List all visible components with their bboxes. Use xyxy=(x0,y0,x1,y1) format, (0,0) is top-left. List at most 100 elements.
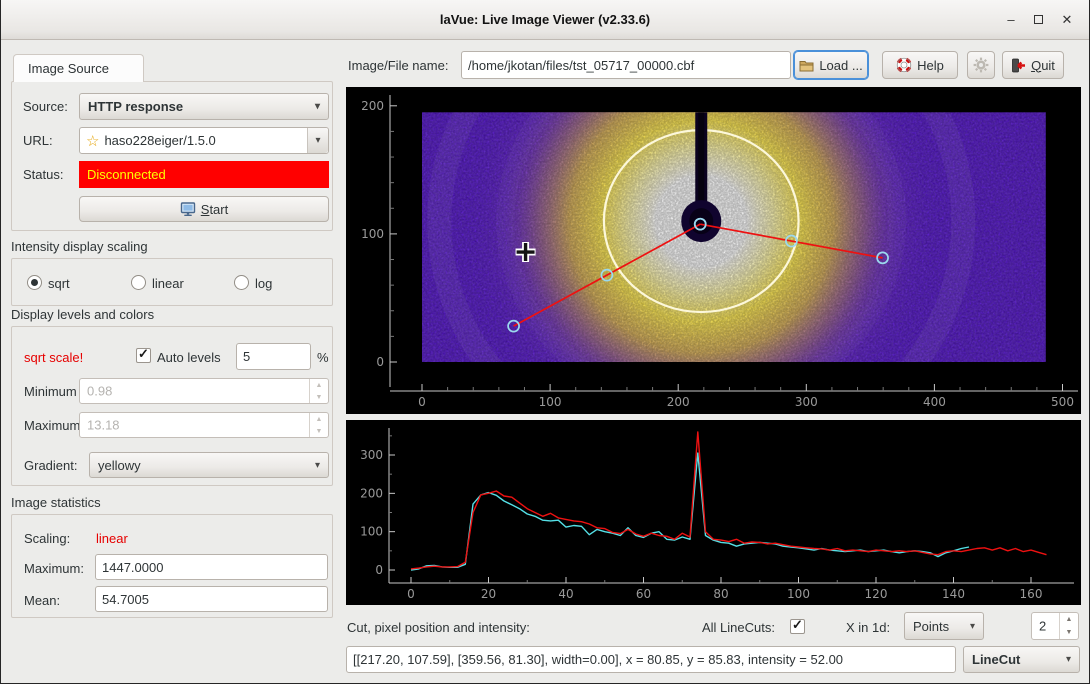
svg-text:0: 0 xyxy=(376,355,384,369)
cut-info-field[interactable] xyxy=(346,646,956,673)
help-button[interactable]: Help xyxy=(882,51,958,79)
svg-text:0: 0 xyxy=(418,395,426,409)
svg-text:160: 160 xyxy=(1020,587,1043,601)
lifebuoy-icon xyxy=(896,57,912,73)
max-value-spinbox: 13.18 ▲▼ xyxy=(79,412,329,438)
svg-text:100: 100 xyxy=(539,395,562,409)
stats-mean-value[interactable] xyxy=(95,586,328,612)
filename-input[interactable] xyxy=(461,51,791,79)
x-in-1d-label: X in 1d: xyxy=(846,620,890,635)
spinner-arrows-icon[interactable]: ▲▼ xyxy=(1059,613,1078,639)
stats-maximum-value[interactable] xyxy=(95,554,328,580)
radio-linear[interactable] xyxy=(131,275,146,290)
tool-combo[interactable]: LineCut ▾ xyxy=(963,646,1080,673)
close-icon[interactable]: ✕ xyxy=(1055,8,1079,32)
tab-image-source-label: Image Source xyxy=(28,61,109,76)
settings-button[interactable] xyxy=(967,51,995,79)
gradient-combo[interactable]: yellowy ▾ xyxy=(89,452,329,478)
gear-icon xyxy=(973,57,989,73)
svg-text:300: 300 xyxy=(360,448,383,462)
svg-text:300: 300 xyxy=(795,395,818,409)
stats-maximum-label: Maximum: xyxy=(24,561,84,576)
svg-text:120: 120 xyxy=(865,587,888,601)
svg-text:20: 20 xyxy=(481,587,496,601)
cut-position-label: Cut, pixel position and intensity: xyxy=(347,620,530,635)
stats-mean-label: Mean: xyxy=(24,593,60,608)
chevron-down-icon: ▾ xyxy=(315,101,320,112)
chevron-down-icon: ▾ xyxy=(315,460,320,471)
status-value: Disconnected xyxy=(79,161,329,188)
svg-text:0: 0 xyxy=(375,563,383,577)
svg-text:0: 0 xyxy=(407,587,415,601)
filename-label: Image/File name: xyxy=(348,58,448,73)
url-combo-value: haso228eiger/1.5.0 xyxy=(104,133,215,148)
radio-sqrt-label: sqrt xyxy=(48,276,70,291)
svg-text:200: 200 xyxy=(361,99,384,113)
quit-button-label: Quit xyxy=(1031,58,1055,73)
svg-text:400: 400 xyxy=(923,395,946,409)
exit-door-icon xyxy=(1011,58,1026,73)
svg-text:200: 200 xyxy=(360,486,383,500)
chevron-down-icon: ▾ xyxy=(970,621,975,632)
start-button-label: Start xyxy=(201,202,228,217)
all-linecuts-checkbox[interactable] xyxy=(790,619,805,634)
source-label: Source: xyxy=(23,99,68,114)
source-combo[interactable]: HTTP response ▾ xyxy=(79,93,329,120)
stats-scaling-value: linear xyxy=(96,531,128,546)
lavue-window: laVue: Live Image Viewer (v2.33.6) – ✕ I… xyxy=(0,0,1090,684)
folder-icon xyxy=(799,59,814,72)
svg-text:100: 100 xyxy=(361,227,384,241)
svg-text:60: 60 xyxy=(636,587,651,601)
svg-text:200: 200 xyxy=(667,395,690,409)
scale-warning: sqrt scale! xyxy=(24,350,83,365)
scaling-section-title: Intensity display scaling xyxy=(11,239,148,254)
help-button-label: Help xyxy=(917,58,944,73)
status-label: Status: xyxy=(23,167,63,182)
radio-log[interactable] xyxy=(234,275,249,290)
svg-text:80: 80 xyxy=(713,587,728,601)
tab-image-source[interactable]: Image Source xyxy=(13,54,144,82)
stats-scaling-label: Scaling: xyxy=(24,531,70,546)
radio-linear-label: linear xyxy=(152,276,184,291)
favorite-star-icon[interactable]: ☆ xyxy=(86,132,99,150)
chevron-down-icon: ▾ xyxy=(1066,654,1071,665)
spinner-arrows-icon: ▲▼ xyxy=(309,413,328,437)
load-button-label: Load ... xyxy=(819,58,862,73)
source-combo-value: HTTP response xyxy=(88,99,183,114)
monitor-icon xyxy=(180,202,196,217)
main-image-plot[interactable]: 0 100 200 300 400 500 0 100 200 xyxy=(346,87,1081,414)
auto-levels-label: Auto levels xyxy=(157,350,221,365)
quit-button[interactable]: Quit xyxy=(1002,51,1064,79)
x-in-1d-combo-value: Points xyxy=(913,619,949,634)
svg-text:500: 500 xyxy=(1051,395,1074,409)
linecut-plot[interactable]: 0 20 40 60 80 100 120 140 160 0 100 200 … xyxy=(346,420,1081,605)
x-in-1d-combo[interactable]: Points ▾ xyxy=(904,612,984,640)
radio-sqrt[interactable] xyxy=(27,275,42,290)
spinner-arrows-icon: ▲▼ xyxy=(309,379,328,403)
linecut-count-spinbox[interactable]: 2 ▲▼ xyxy=(1031,612,1079,640)
titlebar[interactable]: laVue: Live Image Viewer (v2.33.6) – ✕ xyxy=(1,0,1089,40)
percent-label: % xyxy=(317,350,329,365)
levels-section-title: Display levels and colors xyxy=(11,307,154,322)
gradient-combo-value: yellowy xyxy=(98,458,141,473)
auto-levels-input[interactable] xyxy=(236,343,311,370)
svg-text:100: 100 xyxy=(360,525,383,539)
radio-log-label: log xyxy=(255,276,272,291)
start-button[interactable]: Start xyxy=(79,196,329,222)
maximize-icon[interactable] xyxy=(1026,8,1050,32)
window-title: laVue: Live Image Viewer (v2.33.6) xyxy=(1,12,1089,27)
all-linecuts-label: All LineCuts: xyxy=(702,620,775,635)
load-button[interactable]: Load ... xyxy=(794,51,868,79)
min-value-spinbox: 0.98 ▲▼ xyxy=(79,378,329,404)
svg-text:140: 140 xyxy=(942,587,965,601)
chevron-down-icon: ▾ xyxy=(315,135,320,146)
tool-combo-value: LineCut xyxy=(972,652,1020,667)
gradient-label: Gradient: xyxy=(24,458,77,473)
stats-section-title: Image statistics xyxy=(11,495,101,510)
url-combo[interactable]: ☆ haso228eiger/1.5.0 ▾ xyxy=(79,127,329,154)
url-label: URL: xyxy=(23,133,53,148)
svg-text:100: 100 xyxy=(787,587,810,601)
url-dropdown-button[interactable]: ▾ xyxy=(307,128,328,153)
minimize-icon[interactable]: – xyxy=(999,8,1023,32)
auto-levels-checkbox[interactable] xyxy=(136,348,151,363)
